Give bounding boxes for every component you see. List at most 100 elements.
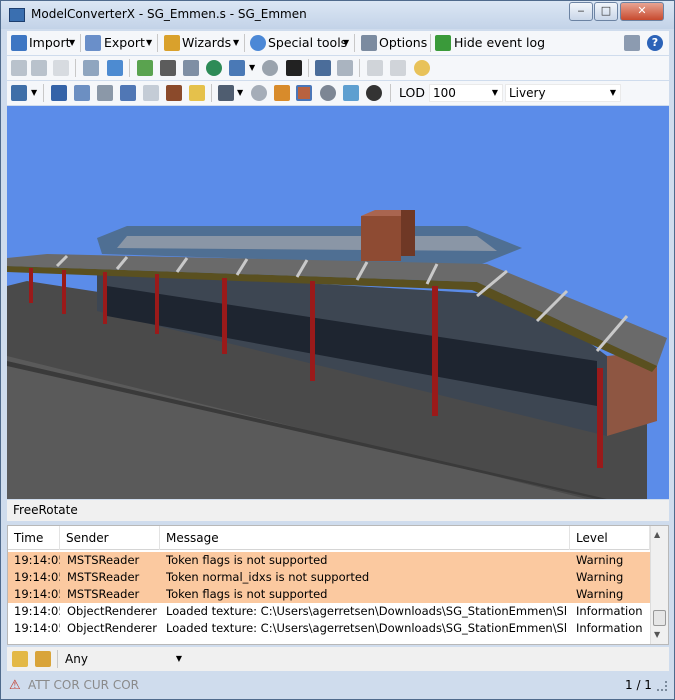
toolbar-separator	[157, 34, 158, 52]
gear-icon[interactable]	[251, 85, 267, 101]
special-tools-dropdown-icon[interactable]: ▼	[343, 34, 349, 52]
export-dropdown-icon[interactable]: ▼	[146, 34, 152, 52]
resize-grip-icon[interactable]	[657, 681, 667, 691]
lod-value: 100	[433, 86, 456, 100]
link-icon[interactable]	[97, 85, 113, 101]
edit-note-icon[interactable]	[12, 651, 28, 667]
settings-icon[interactable]	[262, 60, 278, 76]
options-menu[interactable]: Options	[379, 34, 427, 52]
scroll-down-icon[interactable]: ▼	[654, 630, 660, 639]
log-scrollbar[interactable]: ▲ ▼	[650, 526, 668, 644]
import-menu[interactable]: Import	[29, 34, 71, 52]
broom-icon[interactable]	[35, 651, 51, 667]
hide-event-log-button[interactable]: Hide event log	[454, 34, 545, 52]
livery-value: Livery	[509, 86, 546, 100]
column-header-time[interactable]: Time	[8, 526, 60, 550]
toolbar-separator	[211, 84, 212, 102]
level-filter-select[interactable]: Any ▼	[61, 650, 187, 668]
cell-message: Loaded texture: C:\Users\agerretsen\Down…	[166, 604, 566, 618]
level-filter-value: Any	[65, 652, 88, 666]
column-header-message[interactable]: Message	[160, 526, 570, 550]
cell-level: Warning	[576, 553, 624, 567]
shaded-cube-icon[interactable]	[274, 85, 290, 101]
back-arrow-icon[interactable]	[11, 60, 27, 76]
table-row[interactable]: 19:14:05 MSTSReader Token flags is not sup…	[8, 586, 650, 603]
bones-icon[interactable]	[120, 85, 136, 101]
3d-viewport[interactable]	[7, 106, 669, 499]
axes-icon[interactable]	[74, 85, 90, 101]
table-row[interactable]: 19:14:05 MSTSReader Token flags is not sup…	[8, 552, 650, 569]
tools-wrench-icon	[361, 35, 377, 51]
column-header-level[interactable]: Level	[570, 526, 650, 550]
chevron-down-icon[interactable]: ▼	[176, 651, 182, 667]
title-bar[interactable]: ModelConverterX - SG_Emmen.s - SG_Emmen …	[1, 1, 674, 29]
textured-cube-icon[interactable]	[296, 85, 312, 101]
toolbar-separator	[354, 34, 355, 52]
camera-icon[interactable]	[218, 85, 234, 101]
main-menu-toolbar: Import ▼ Export ▼ Wizards ▼ Special tool…	[7, 31, 669, 55]
cell-time: 19:14:05	[14, 604, 60, 618]
special-tools-menu[interactable]: Special tools	[268, 34, 347, 52]
panel-icon[interactable]	[624, 35, 640, 51]
status-bar: ⚠ ATT COR CUR COR 1 / 1	[1, 673, 674, 699]
map-icon[interactable]	[229, 60, 245, 76]
light-icon[interactable]	[189, 85, 205, 101]
camera-dropdown-icon[interactable]: ▼	[237, 84, 243, 102]
gear-icon	[250, 35, 266, 51]
cell-message: Token normal_idxs is not supported	[166, 570, 370, 584]
curve-icon[interactable]	[343, 85, 359, 101]
cell-message: Token flags is not supported	[166, 553, 328, 567]
column-header-sender[interactable]: Sender	[60, 526, 160, 550]
wizards-menu[interactable]: Wizards	[182, 34, 231, 52]
fit-view-dropdown-icon[interactable]: ▼	[31, 84, 37, 102]
close-button[interactable]: ✕	[620, 2, 664, 21]
image-icon[interactable]	[183, 60, 199, 76]
cell-level: Information	[576, 621, 643, 635]
document-icon[interactable]	[53, 60, 69, 76]
checker-ball-icon[interactable]	[366, 85, 382, 101]
cell-level: Warning	[576, 587, 624, 601]
undo-icon[interactable]	[367, 60, 383, 76]
minimize-button[interactable]: ‒	[569, 2, 593, 21]
export-menu[interactable]: Export	[104, 34, 145, 52]
table-row[interactable]: 19:14:05 ObjectRenderer Loaded texture: C:…	[8, 603, 650, 620]
clock-icon[interactable]	[414, 60, 430, 76]
fit-view-icon[interactable]	[11, 85, 27, 101]
toolbar-separator	[308, 59, 309, 77]
chevron-down-icon[interactable]: ▼	[492, 85, 498, 101]
zoom-icon[interactable]	[83, 60, 99, 76]
movie-icon[interactable]	[160, 60, 176, 76]
log-header-row: Time Sender Message Level	[8, 526, 650, 550]
render-toolbar: ▼ ▼ LOD 100 ▼ Livery ▼	[7, 81, 669, 105]
station-model-render	[7, 210, 667, 499]
event-log-icon	[435, 35, 451, 51]
texture-icon[interactable]	[137, 60, 153, 76]
livery-select[interactable]: Livery ▼	[505, 84, 621, 102]
import-icon	[11, 35, 27, 51]
maximize-button[interactable]: □	[594, 2, 618, 21]
wizards-dropdown-icon[interactable]: ▼	[233, 34, 239, 52]
import-dropdown-icon[interactable]: ▼	[69, 34, 75, 52]
hierarchy-icon[interactable]	[107, 60, 123, 76]
material-icon[interactable]	[166, 85, 182, 101]
redo-icon[interactable]	[390, 60, 406, 76]
table-row[interactable]: 19:14:05 ObjectRenderer Loaded texture: C:…	[8, 620, 650, 637]
cell-message: Loaded texture: C:\Users\agerretsen\Down…	[166, 621, 566, 635]
cube-icon[interactable]	[143, 85, 159, 101]
screen-icon[interactable]	[315, 60, 331, 76]
scroll-up-icon[interactable]: ▲	[654, 530, 660, 539]
export-icon	[85, 35, 101, 51]
chevron-down-icon[interactable]: ▼	[610, 85, 616, 101]
scrollbar-thumb[interactable]	[653, 610, 666, 626]
globe-icon[interactable]	[206, 60, 222, 76]
person-icon[interactable]	[286, 60, 302, 76]
map-dropdown-icon[interactable]: ▼	[249, 59, 255, 77]
table-row[interactable]: 19:14:05 MSTSReader Token normal_idxs is n…	[8, 569, 650, 586]
lod-select[interactable]: 100 ▼	[429, 84, 503, 102]
forward-arrow-icon[interactable]	[31, 60, 47, 76]
cell-level: Warning	[576, 570, 624, 584]
grid-icon[interactable]	[51, 85, 67, 101]
sphere-icon[interactable]	[320, 85, 336, 101]
report-icon[interactable]	[337, 60, 353, 76]
help-icon[interactable]: ?	[647, 35, 663, 51]
